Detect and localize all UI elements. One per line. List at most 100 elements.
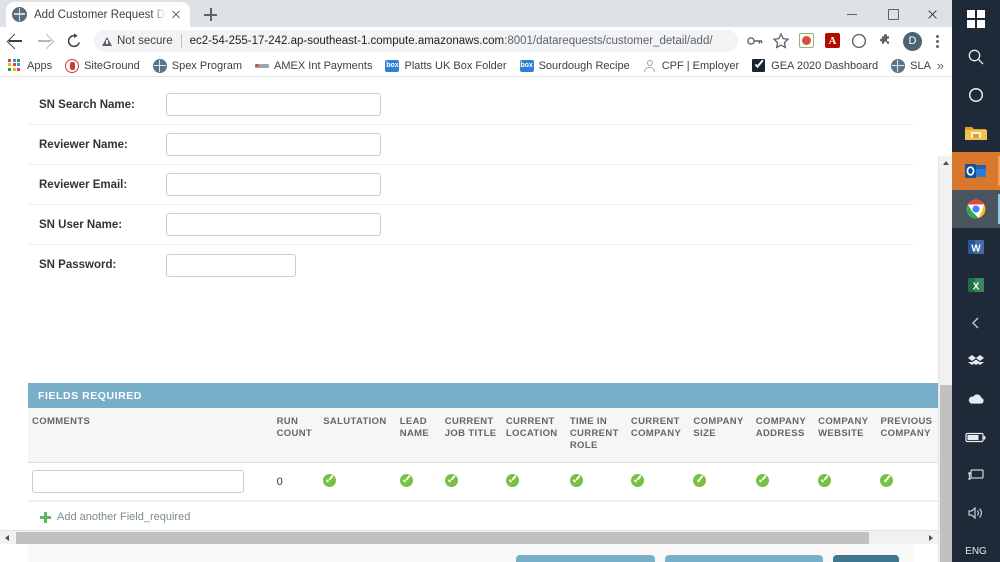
check-icon bbox=[880, 473, 894, 487]
add-another-row[interactable]: Add another Field_required bbox=[28, 501, 938, 533]
check-icon bbox=[693, 473, 707, 487]
save-and-add-another-button[interactable]: Save and add another bbox=[515, 555, 655, 562]
outlook-icon[interactable] bbox=[952, 152, 1000, 190]
django-admin-change-form: SN Search Name: Reviewer Name: Reviewer … bbox=[0, 78, 952, 562]
check-icon bbox=[505, 473, 519, 487]
bookmark-label: Sourdough Recipe bbox=[538, 59, 630, 72]
field-label: SN User Name: bbox=[39, 218, 123, 231]
bookmark-spex-program[interactable]: Spex Program bbox=[152, 58, 242, 73]
bookmark-cpf-employer[interactable]: CPF | Employer bbox=[643, 59, 739, 73]
save-button[interactable]: SAVE bbox=[833, 555, 899, 562]
reviewer-email-input[interactable] bbox=[166, 173, 381, 196]
show-hidden-icons-chevron[interactable] bbox=[952, 304, 1000, 342]
box-icon: box bbox=[519, 59, 534, 73]
address-bar[interactable]: Not secure ec2-54-255-17-242.ap-southeas… bbox=[94, 30, 738, 52]
bookmark-label: Apps bbox=[27, 59, 53, 72]
browser-toolbar: Not secure ec2-54-255-17-242.ap-southeas… bbox=[0, 27, 952, 55]
cell-current-location bbox=[501, 462, 566, 502]
bookmark-sourdough-recipe[interactable]: box Sourdough Recipe bbox=[519, 59, 630, 73]
url-text: ec2-54-255-17-242.ap-southeast-1.compute… bbox=[190, 35, 713, 47]
save-and-continue-editing-button[interactable]: Save and continue editing bbox=[664, 555, 824, 562]
check-icon bbox=[323, 473, 337, 487]
reload-icon[interactable] bbox=[60, 27, 88, 55]
bookmark-label: SLA bbox=[910, 59, 931, 72]
windows-taskbar: W X ENG bbox=[952, 0, 1000, 562]
column-header-lead-name: LEAD NAME bbox=[395, 408, 441, 464]
horizontal-scrollbar[interactable] bbox=[0, 530, 938, 544]
column-header-salutation: SALUTATION bbox=[319, 408, 396, 464]
vertical-scroll-thumb[interactable] bbox=[940, 385, 952, 562]
cell-company-address bbox=[751, 462, 815, 502]
close-icon[interactable] bbox=[912, 0, 952, 27]
svg-text:W: W bbox=[971, 244, 981, 255]
network-icon[interactable] bbox=[952, 456, 1000, 494]
word-icon[interactable]: W bbox=[952, 228, 1000, 266]
excel-icon[interactable]: X bbox=[952, 266, 1000, 304]
bookmark-label: SiteGround bbox=[84, 59, 140, 72]
bookmark-siteground[interactable]: SiteGround bbox=[65, 58, 140, 73]
bookmark-apps[interactable]: Apps bbox=[8, 58, 53, 73]
check-icon bbox=[755, 473, 769, 487]
language-label: ENG bbox=[965, 545, 987, 557]
language-indicator[interactable]: ENG bbox=[952, 532, 1000, 562]
ghostery-extension-icon[interactable] bbox=[847, 29, 871, 53]
maximize-icon[interactable] bbox=[872, 0, 912, 27]
bookmark-platts-uk-box-folder[interactable]: box Platts UK Box Folder bbox=[385, 59, 507, 73]
comments-input[interactable] bbox=[32, 470, 244, 494]
forward-button-icon[interactable] bbox=[30, 27, 60, 55]
divider bbox=[180, 34, 182, 48]
volume-icon[interactable] bbox=[952, 494, 1000, 532]
bookmark-label: AMEX Int Payments bbox=[274, 59, 373, 72]
sn-password-input[interactable] bbox=[166, 253, 296, 277]
cortana-icon[interactable] bbox=[952, 76, 1000, 114]
back-button-icon[interactable] bbox=[0, 27, 30, 55]
minimize-icon[interactable] bbox=[832, 0, 872, 27]
field-label: SN Password: bbox=[39, 259, 117, 271]
puzzle-extensions-icon[interactable] bbox=[873, 29, 897, 53]
lastpass-extension-icon[interactable] bbox=[795, 29, 819, 53]
horizontal-scroll-thumb[interactable] bbox=[16, 532, 869, 544]
onedrive-icon[interactable] bbox=[952, 380, 1000, 418]
scroll-left-arrow-icon[interactable] bbox=[0, 531, 14, 545]
security-label: Not secure bbox=[117, 35, 173, 47]
dropbox-icon[interactable] bbox=[952, 342, 1000, 380]
sn-user-name-input[interactable] bbox=[166, 213, 381, 236]
browser-tab[interactable]: Add Customer Request Detail | D bbox=[6, 2, 190, 27]
plus-icon bbox=[40, 511, 51, 523]
new-tab-button[interactable] bbox=[200, 4, 221, 25]
reviewer-name-input[interactable] bbox=[166, 133, 381, 156]
bookmarks-overflow-chevron[interactable]: » bbox=[937, 59, 944, 72]
start-windows-icon[interactable] bbox=[952, 0, 1000, 38]
bookmark-amex-int-payments[interactable]: AMEX Int Payments bbox=[255, 59, 372, 73]
globe-icon bbox=[12, 7, 27, 22]
cell-salutation bbox=[319, 462, 396, 502]
scroll-right-arrow-icon[interactable] bbox=[924, 531, 938, 545]
battery-icon[interactable] bbox=[952, 418, 1000, 456]
vertical-scrollbar[interactable] bbox=[938, 156, 952, 562]
check-icon bbox=[630, 473, 644, 487]
fields-required-table: COMMENTS RUN COUNT SALUTATION LEAD NAME … bbox=[28, 408, 952, 502]
close-icon[interactable] bbox=[168, 7, 184, 23]
bookmark-sla[interactable]: SLA bbox=[891, 58, 931, 73]
profile-avatar[interactable]: D bbox=[903, 31, 922, 51]
field-label: SN Search Name: bbox=[39, 98, 135, 111]
scroll-up-arrow-icon[interactable] bbox=[939, 156, 952, 170]
star-icon[interactable] bbox=[769, 29, 793, 53]
add-another-link[interactable]: Add another Field_required bbox=[57, 511, 190, 523]
not-secure-warning-icon bbox=[102, 36, 112, 46]
search-icon[interactable] bbox=[952, 38, 1000, 76]
file-explorer-icon[interactable] bbox=[952, 114, 1000, 152]
adobe-acrobat-icon[interactable]: A bbox=[821, 29, 845, 53]
key-icon[interactable] bbox=[743, 29, 767, 53]
sn-search-name-input[interactable] bbox=[166, 93, 381, 116]
kebab-menu-icon[interactable] bbox=[926, 29, 948, 53]
tab-strip: Add Customer Request Detail | D bbox=[0, 0, 952, 27]
cell-comments bbox=[28, 462, 273, 502]
chrome-icon[interactable] bbox=[952, 190, 1000, 228]
check-icon bbox=[818, 473, 832, 487]
cell-current-company bbox=[626, 462, 690, 502]
bookmark-gea-2020-dashboard[interactable]: GEA 2020 Dashboard bbox=[752, 59, 878, 73]
checkbox-icon bbox=[752, 59, 766, 73]
cell-company-size bbox=[689, 462, 752, 502]
window-controls bbox=[832, 0, 952, 27]
